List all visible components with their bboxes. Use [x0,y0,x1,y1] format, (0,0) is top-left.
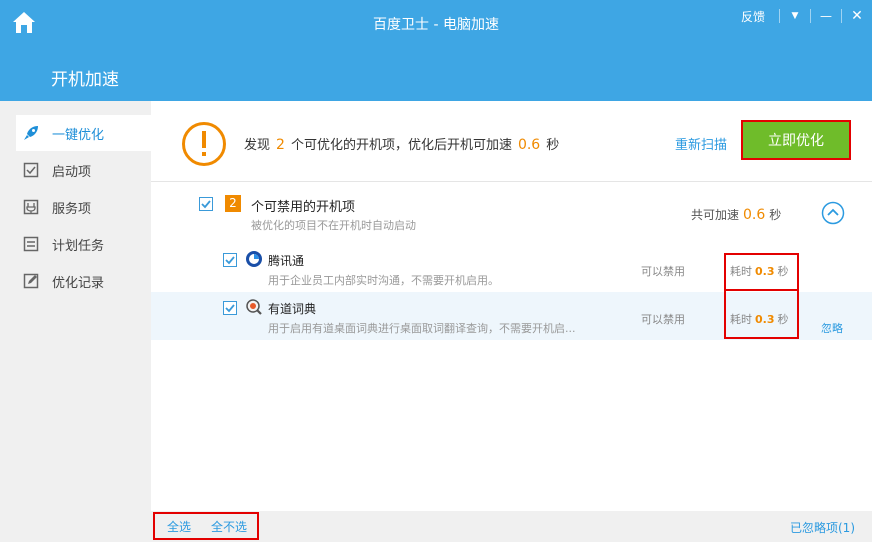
footer-bar: 全选 全不选 已忽略项(1) [151,511,872,542]
item-cost-value: 0.3 [755,265,775,278]
menu-dropdown-icon[interactable]: ▼ [780,11,810,21]
group-count-badge: 2 [225,195,241,212]
main-panel: 发现 2 个可优化的开机项，优化后开机可加速 0.6 秒 重新扫描 立即优化 2 个可禁… [151,101,872,542]
item-time-cost: 耗时 0.3 秒 [730,263,789,279]
select-all-link[interactable]: 全选 [167,518,191,535]
page-heading: 开机加速 [51,70,119,90]
item-name: 有道词典 [268,302,317,316]
selection-controls: 全选 全不选 [153,512,259,540]
item-name: 腾讯通 [268,254,305,268]
feedback-button[interactable]: 反馈 [741,8,765,25]
summary-count: 2 [276,137,285,153]
ignored-items-link[interactable]: 已忽略项(1) [790,519,855,536]
group-total-unit: 秒 [769,208,782,222]
sidebar-item-optimize-history[interactable]: 优化记录 [16,263,151,299]
highlight-divider [726,289,797,291]
summary-middle: 个可优化的开机项，优化后开机可加速 [290,138,512,153]
optimize-now-button[interactable]: 立即优化 [741,120,851,160]
group-checkbox[interactable] [199,197,213,211]
item-cost-unit: 秒 [777,313,789,326]
item-description: 用于启用有道桌面词典进行桌面取词翻译查询，不需要开机启... [268,322,576,335]
close-icon[interactable]: ✕ [842,8,872,24]
item-status: 可以禁用 [641,265,685,278]
service-icon [22,198,40,216]
item-checkbox[interactable] [223,301,237,315]
group-total-prefix: 共可加速 [691,208,740,222]
list-item[interactable]: 有道词典 用于启用有道桌面词典进行桌面取词翻译查询，不需要开机启... 可以禁用… [151,292,872,340]
select-none-link[interactable]: 全不选 [211,518,247,535]
group-title: 个可禁用的开机项 [251,200,356,215]
rtx-app-icon [245,250,263,268]
item-checkbox[interactable] [223,253,237,267]
youdao-dict-icon [245,298,263,316]
sidebar-item-startup[interactable]: 启动项 [16,152,151,188]
group-subtitle: 被优化的项目不在开机时自动启动 [251,219,416,232]
window-controls: 反馈 ▼ — ✕ [741,4,872,28]
sidebar: 一键优化 启动项 服务项 计划任务 优化记录 [0,101,151,542]
item-cost-prefix: 耗时 [730,265,752,278]
scan-summary: 发现 2 个可优化的开机项，优化后开机可加速 0.6 秒 [244,134,559,153]
sidebar-item-label: 计划任务 [52,238,105,254]
rocket-icon [22,124,40,142]
record-icon [22,272,40,290]
sidebar-item-one-click-optimize[interactable]: 一键优化 [16,115,151,151]
item-description: 用于企业员工内部实时沟通，不需要开机启用。 [268,274,499,287]
sidebar-item-label: 服务项 [52,201,92,217]
summary-unit: 秒 [546,138,560,153]
schedule-icon [22,235,40,253]
group-total-value: 0.6 [743,207,766,223]
sidebar-item-label: 启动项 [52,164,92,180]
minimize-icon[interactable]: — [811,9,841,23]
item-cost-prefix: 耗时 [730,313,752,326]
rescan-link[interactable]: 重新扫描 [675,134,727,153]
checkbox-icon [22,161,40,179]
item-time-cost: 耗时 0.3 秒 [730,311,789,327]
ignore-link[interactable]: 忽略 [821,320,843,336]
sidebar-item-label: 优化记录 [52,275,105,291]
collapse-icon[interactable] [821,201,845,225]
sidebar-item-services[interactable]: 服务项 [16,189,151,225]
item-cost-value: 0.3 [755,313,775,326]
item-cost-unit: 秒 [777,265,789,278]
sidebar-item-label: 一键优化 [52,127,105,143]
sidebar-item-scheduled-tasks[interactable]: 计划任务 [16,226,151,262]
group-total-speedup: 共可加速 0.6 秒 [691,206,781,223]
list-item[interactable]: 腾讯通 用于企业员工内部实时沟通，不需要开机启用。 可以禁用 耗时 0.3 秒 [151,244,872,292]
item-status: 可以禁用 [641,313,685,326]
summary-prefix: 发现 [244,138,271,153]
title-bar: 百度卫士 - 电脑加速 反馈 ▼ — ✕ 开机加速 [0,0,872,101]
divider [151,181,872,182]
summary-speedup: 0.6 [517,137,541,153]
warning-icon [181,121,227,167]
